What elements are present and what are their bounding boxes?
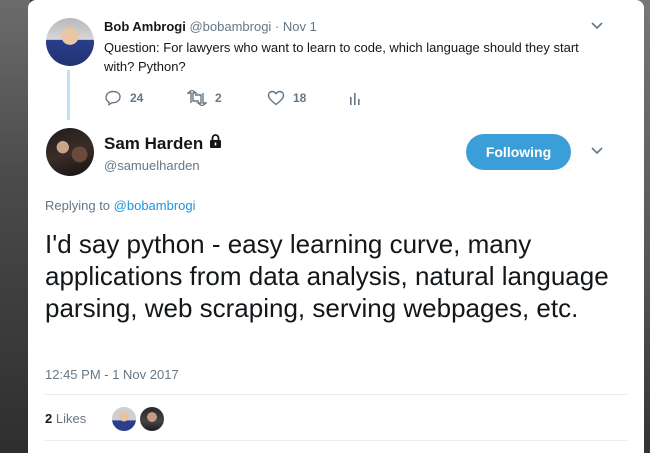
reply-action[interactable]: 24 — [104, 90, 143, 106]
chevron-down-icon[interactable] — [591, 22, 603, 32]
reply-count: 24 — [130, 91, 144, 105]
original-tweet-actions: 24 2 18 — [104, 90, 404, 110]
retweet-icon — [187, 90, 207, 106]
original-tweet-header: Bob Ambrogi @bobambrogi · Nov 1 — [104, 19, 317, 34]
reply-author-handle[interactable]: @samuelharden — [104, 158, 200, 173]
retweet-action[interactable]: 2 — [187, 90, 222, 106]
tweet-card: Bob Ambrogi @bobambrogi · Nov 1 Question… — [28, 0, 644, 453]
liker-avatar[interactable] — [112, 407, 136, 431]
original-author-name[interactable]: Bob Ambrogi — [104, 19, 186, 34]
liker-avatar[interactable] — [140, 407, 164, 431]
likes-count: 2 — [45, 411, 53, 426]
lock-icon — [209, 134, 222, 154]
analytics-icon — [348, 90, 362, 106]
reply-tweet-text: I'd say python - easy learning curve, ma… — [45, 229, 609, 323]
analytics-action[interactable] — [348, 90, 362, 106]
retweet-count: 2 — [215, 91, 222, 105]
original-tweet-date[interactable]: · Nov 1 — [275, 19, 317, 34]
likes-summary[interactable]: 2 Likes — [45, 411, 86, 426]
heart-icon — [267, 90, 285, 106]
chevron-down-icon[interactable] — [591, 147, 603, 157]
background-left — [0, 0, 30, 453]
reply-icon — [104, 90, 122, 106]
original-tweet-text: Question: For lawyers who want to learn … — [104, 40, 579, 74]
divider — [45, 440, 627, 441]
like-action[interactable]: 18 — [267, 90, 306, 106]
following-button[interactable]: Following — [466, 134, 571, 170]
avatar-bob[interactable] — [46, 18, 94, 66]
reply-author-name-row: Sam Harden — [104, 134, 222, 154]
replying-to: Replying to @bobambrogi — [45, 198, 196, 213]
replying-to-prefix: Replying to — [45, 198, 111, 213]
original-author-handle[interactable]: @bobambrogi — [189, 19, 271, 34]
reply-author-name[interactable]: Sam Harden — [104, 134, 203, 154]
like-count: 18 — [293, 91, 307, 105]
replying-to-handle[interactable]: @bobambrogi — [114, 198, 196, 213]
avatar-sam[interactable] — [46, 128, 94, 176]
reply-timestamp[interactable]: 12:45 PM - 1 Nov 2017 — [45, 367, 179, 382]
thread-connector — [67, 70, 70, 120]
divider — [45, 394, 627, 395]
likes-label: Likes — [55, 411, 87, 426]
